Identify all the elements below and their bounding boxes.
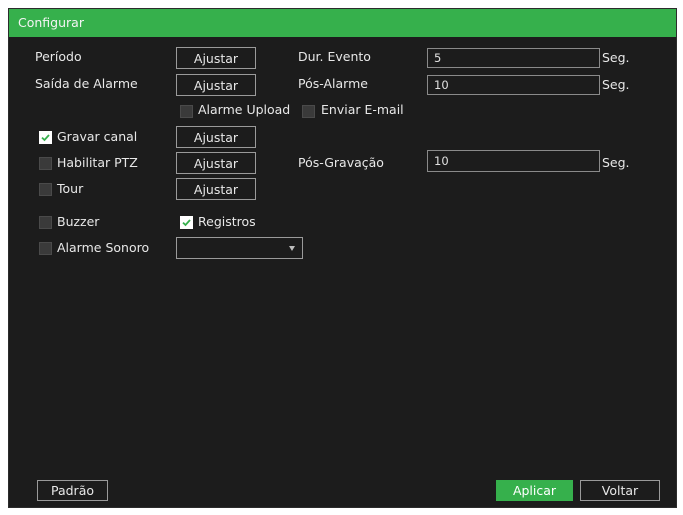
periodo-adjust-button[interactable]: Ajustar [176, 47, 256, 69]
alarme-sonoro-select[interactable] [176, 237, 303, 259]
title-bar: Configurar [9, 9, 676, 37]
alarme-upload-label: Alarme Upload [198, 102, 291, 117]
dur-evento-unit: Seg. [602, 50, 630, 65]
pos-alarme-input[interactable]: 10 [427, 75, 600, 95]
pos-gravacao-input[interactable]: 10 [427, 150, 600, 172]
pos-alarme-label: Pós-Alarme [298, 76, 368, 91]
gravar-canal-adjust-button[interactable]: Ajustar [176, 126, 256, 148]
configure-dialog: Configurar Período Ajustar Dur. Evento 5… [8, 8, 677, 508]
habilitar-ptz-checkbox[interactable] [39, 157, 52, 170]
dur-evento-input[interactable]: 5 [427, 48, 600, 68]
buzzer-checkbox[interactable] [39, 216, 52, 229]
saida-alarme-adjust-button[interactable]: Ajustar [176, 74, 256, 96]
check-icon [41, 134, 50, 142]
apply-button[interactable]: Aplicar [496, 480, 573, 501]
dialog-title: Configurar [18, 15, 84, 30]
registros-label: Registros [198, 214, 256, 229]
alarme-sonoro-checkbox[interactable] [39, 242, 52, 255]
dur-evento-label: Dur. Evento [298, 49, 371, 64]
enviar-email-label: Enviar E-mail [321, 102, 404, 117]
tour-checkbox[interactable] [39, 183, 52, 196]
check-icon [182, 219, 191, 227]
saida-alarme-label: Saída de Alarme [35, 76, 138, 91]
pos-gravacao-unit: Seg. [602, 155, 630, 170]
default-button[interactable]: Padrão [37, 480, 108, 501]
registros-checkbox[interactable] [180, 216, 193, 229]
pos-gravacao-label: Pós-Gravação [298, 155, 384, 170]
enviar-email-checkbox[interactable] [302, 105, 315, 118]
dropdown-arrow-icon [289, 246, 295, 251]
tour-label: Tour [57, 181, 84, 196]
habilitar-ptz-label: Habilitar PTZ [57, 155, 138, 170]
gravar-canal-label: Gravar canal [57, 129, 138, 144]
gravar-canal-checkbox[interactable] [39, 131, 52, 144]
tour-adjust-button[interactable]: Ajustar [176, 178, 256, 200]
buzzer-label: Buzzer [57, 214, 100, 229]
habilitar-ptz-adjust-button[interactable]: Ajustar [176, 152, 256, 174]
pos-alarme-unit: Seg. [602, 77, 630, 92]
alarme-sonoro-label: Alarme Sonoro [57, 240, 150, 255]
alarme-upload-checkbox[interactable] [180, 105, 193, 118]
back-button[interactable]: Voltar [580, 480, 660, 501]
periodo-label: Período [35, 49, 82, 64]
